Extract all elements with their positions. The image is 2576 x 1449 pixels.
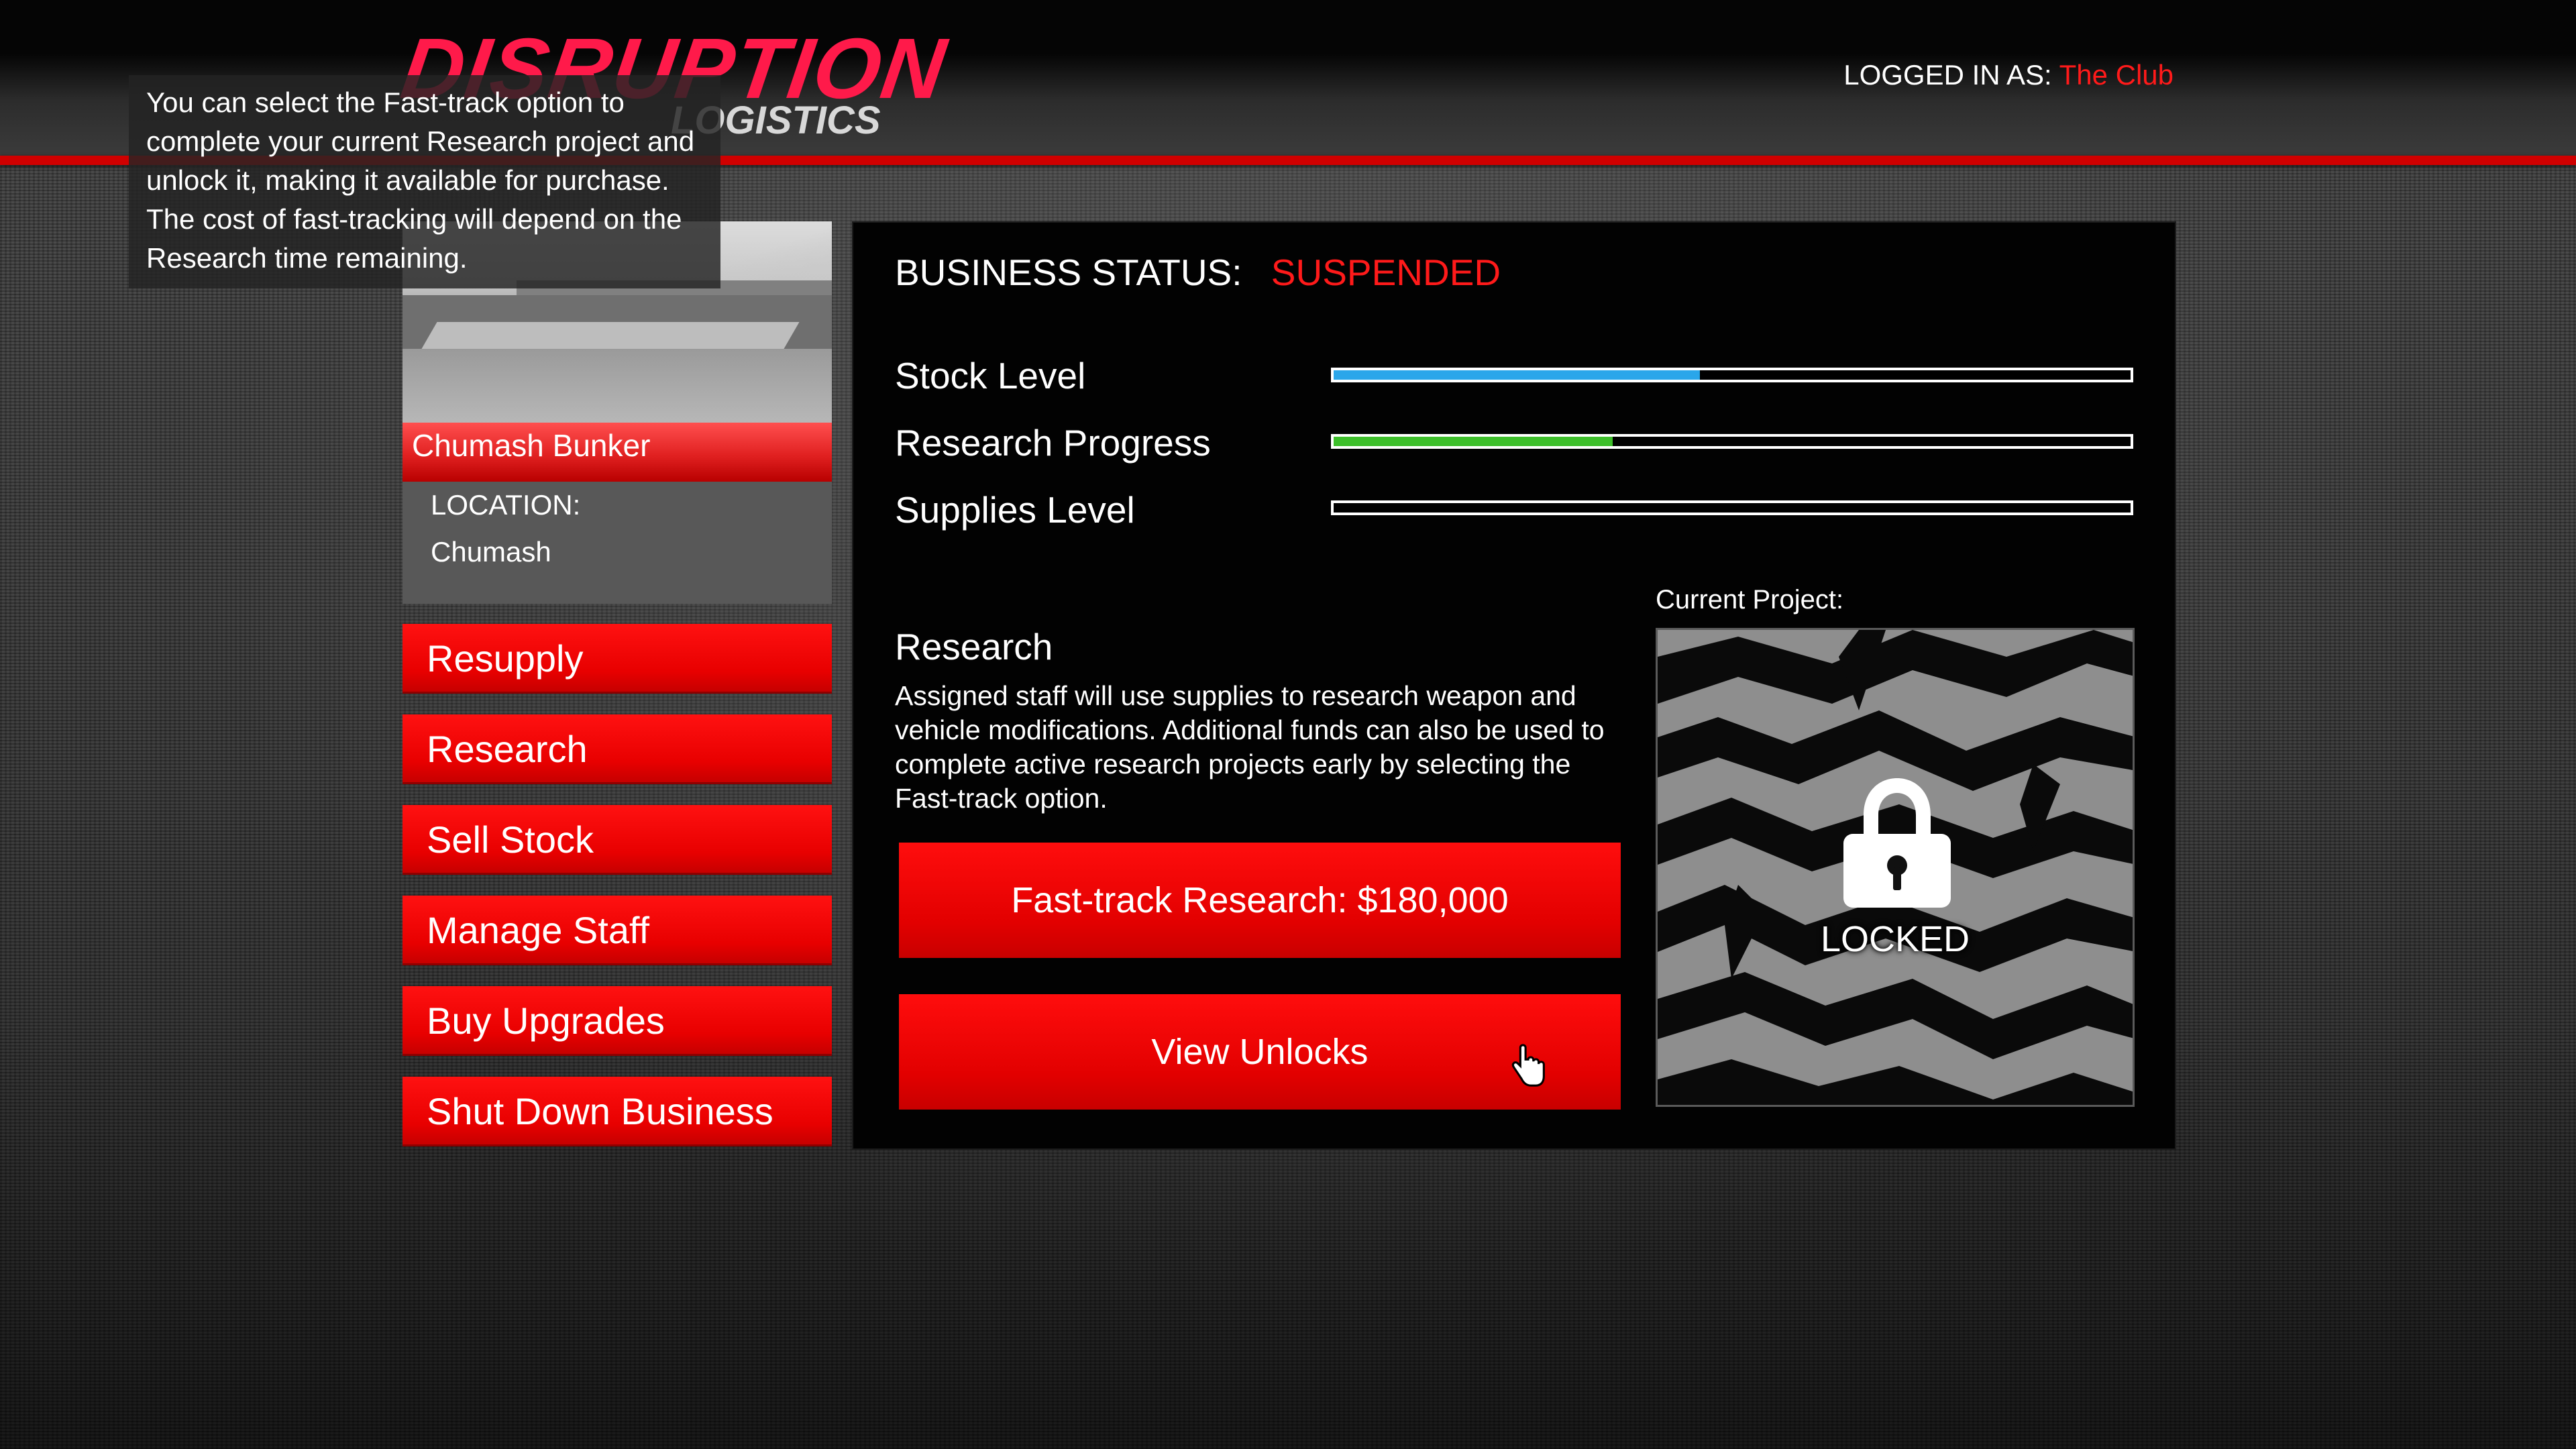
buy-upgrades-button[interactable]: Buy Upgrades	[402, 986, 832, 1056]
business-status-value: SUSPENDED	[1271, 252, 1501, 293]
business-panel: BUSINESS STATUS: SUSPENDED Stock Level R…	[852, 221, 2176, 1150]
stock-level-bar	[1331, 368, 2133, 382]
login-info: LOGGED IN AS: The Club	[1843, 59, 2174, 91]
location-name: Chumash Bunker	[412, 428, 651, 463]
location-name-banner: Chumash Bunker	[402, 423, 832, 482]
supplies-level-label: Supplies Level	[895, 489, 1135, 531]
research-button[interactable]: Research	[402, 714, 832, 784]
padlock-icon	[1843, 778, 1951, 908]
stock-level-label: Stock Level	[895, 355, 1086, 396]
research-progress-label: Research Progress	[895, 422, 1211, 464]
current-project-image: LOCKED	[1656, 628, 2135, 1107]
stock-level-fill	[1334, 370, 1701, 380]
research-section-title: Research	[895, 626, 1053, 667]
fast-track-research-button[interactable]: Fast-track Research: $180,000	[899, 843, 1621, 958]
business-status-label: BUSINESS STATUS:	[895, 252, 1242, 293]
business-status: BUSINESS STATUS: SUSPENDED	[895, 251, 1501, 294]
shut-down-business-button[interactable]: Shut Down Business	[402, 1077, 832, 1146]
login-user: The Club	[2059, 59, 2174, 91]
view-unlocks-label: View Unlocks	[1151, 1032, 1368, 1072]
login-label: LOGGED IN AS:	[1843, 59, 2052, 91]
manage-staff-button[interactable]: Manage Staff	[402, 896, 832, 965]
research-description: Assigned staff will use supplies to rese…	[895, 680, 1605, 814]
location-value: Chumash	[431, 536, 551, 568]
research-progress-bar	[1331, 434, 2133, 449]
resupply-button[interactable]: Resupply	[402, 624, 832, 694]
supplies-level-bar	[1331, 500, 2133, 515]
help-tooltip: You can select the Fast-track option to …	[129, 75, 720, 288]
hand-pointer-icon	[1511, 1044, 1545, 1087]
location-label: LOCATION:	[431, 489, 581, 521]
sell-stock-button[interactable]: Sell Stock	[402, 805, 832, 875]
research-progress-fill	[1334, 437, 1613, 446]
project-locked-label: LOCKED	[1820, 919, 1970, 959]
view-unlocks-button[interactable]: View Unlocks	[899, 994, 1621, 1110]
current-project-label: Current Project:	[1656, 585, 1844, 614]
